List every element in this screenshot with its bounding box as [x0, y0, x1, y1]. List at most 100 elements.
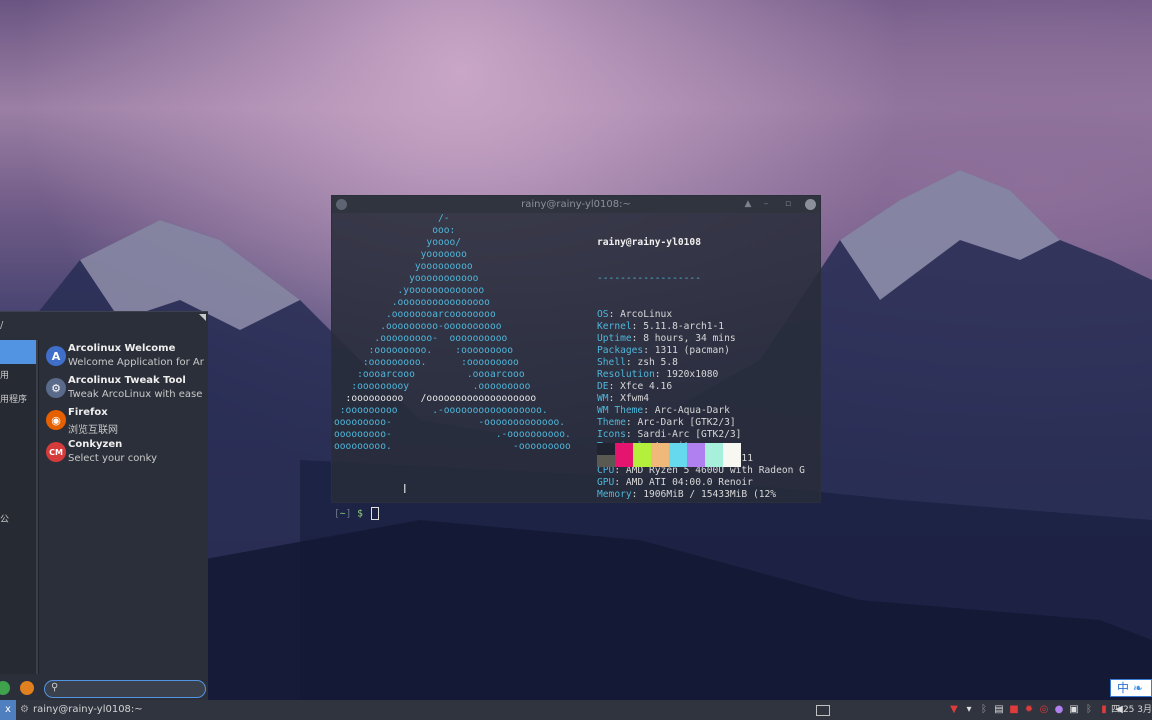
terminal-content[interactable]: /- ooo: yoooo/ yooooooo yooooooooo yoooo… — [332, 213, 820, 520]
whisker-menu-button[interactable]: x — [0, 700, 16, 720]
info-line: OS: ArcoLinux — [597, 309, 673, 320]
palette-swatch — [597, 443, 615, 467]
category-item[interactable]: 公 — [0, 508, 38, 532]
search-icon: ⚲ — [51, 682, 59, 693]
category-list[interactable]: 用用程序公 — [0, 340, 39, 674]
info-key: DE — [597, 381, 609, 392]
bluetooth-icon[interactable]: ᛒ — [978, 704, 990, 716]
menu-header: / — [0, 312, 208, 338]
shade-icon[interactable]: ▲ — [740, 196, 756, 213]
category-item[interactable] — [0, 436, 38, 460]
category-item[interactable] — [0, 532, 38, 556]
show-desktop-icon[interactable] — [816, 705, 830, 716]
menu-footer: ⚲ — [0, 678, 208, 700]
info-value: 1311 (pacman) — [654, 345, 730, 356]
ascii-line: .yooooooooooooo — [334, 285, 485, 296]
category-item[interactable] — [0, 340, 38, 364]
info-value: Sardi-Arc [GTK2/3] — [637, 429, 742, 440]
clipboard-icon[interactable]: ▤ — [993, 704, 1005, 716]
screenshot-icon[interactable]: ◎ — [1038, 704, 1050, 716]
app-item[interactable]: CM Conkyzen Select your conky — [44, 438, 204, 470]
info-line: WM Theme: Arc-Aqua-Dark — [597, 405, 730, 416]
info-key: Theme — [597, 417, 626, 428]
conkyzen-icon: CM — [46, 442, 66, 462]
text-cursor — [370, 507, 379, 520]
notification-icon[interactable]: ▮ — [1098, 704, 1110, 716]
settings-icon[interactable]: ✹ — [1023, 704, 1035, 716]
search-input[interactable]: ⚲ — [44, 680, 206, 698]
category-scrollbar[interactable] — [36, 340, 38, 674]
terminal-window[interactable]: rainy@rainy-yl0108:~ ▲ – ▫ /- ooo: yoooo… — [331, 195, 821, 520]
update-icon[interactable]: ▼ — [948, 704, 960, 716]
minimize-icon[interactable]: – — [758, 196, 774, 213]
network-icon[interactable]: ▾ — [963, 704, 975, 716]
ascii-line: .ooooooooo- oooooooooo — [334, 333, 508, 344]
application-list[interactable]: A Arcolinux Welcome Welcome Application fo… — [44, 342, 204, 470]
mouse-ibeam-cursor: I — [403, 482, 407, 496]
ascii-line: :ooooooooo. :ooooooooo — [334, 357, 519, 368]
palette-swatch — [651, 443, 669, 467]
task-icon[interactable]: ■ — [1008, 704, 1020, 716]
window-menu-button[interactable] — [336, 199, 347, 210]
palette-swatch — [669, 443, 687, 467]
settings-manager-icon[interactable] — [0, 681, 10, 695]
app-tray-icon[interactable]: ● — [1053, 704, 1065, 716]
info-value: Xfce 4.16 — [620, 381, 673, 392]
ascii-line: /- — [334, 213, 450, 224]
category-item[interactable] — [0, 556, 38, 580]
info-key: OS — [597, 309, 609, 320]
app-item[interactable]: A Arcolinux Welcome Welcome Application fo… — [44, 342, 204, 374]
info-value: ArcoLinux — [620, 309, 673, 320]
color-palette — [597, 443, 741, 467]
system-info: rainy@rainy-yl0108 ------------------ OS… — [597, 213, 805, 525]
info-key: WM — [597, 393, 609, 404]
info-line: Memory: 1906MiB / 15433MiB (12% — [597, 489, 777, 500]
info-value: 5.11.8-arch1-1 — [643, 321, 725, 332]
bluetooth-secondary-icon[interactable]: ᛒ — [1083, 704, 1095, 716]
info-value: 1906MiB / 15433MiB (12% — [643, 489, 777, 500]
terminal-titlebar[interactable]: rainy@rainy-yl0108:~ ▲ – ▫ — [332, 196, 820, 213]
ascii-line: .ooooooooo-oooooooooo — [334, 321, 502, 332]
info-value: zsh 5.8 — [637, 357, 678, 368]
palette-swatch — [705, 443, 723, 467]
ascii-line: :ooooooooo .-ooooooooooooooooo. — [334, 405, 548, 416]
shell-prompt[interactable]: [~] $ — [334, 507, 379, 521]
palette-swatch — [687, 443, 705, 467]
category-item[interactable] — [0, 484, 38, 508]
input-method-indicator[interactable]: 中 ❧ — [1110, 679, 1152, 697]
category-item[interactable] — [0, 412, 38, 436]
whisker-menu[interactable]: / 用用程序公 A Arcolinux Welcome Welcome Applic… — [0, 311, 208, 701]
app-description: Welcome Application for Ar... — [68, 357, 204, 368]
app-name: Arcolinux Welcome — [68, 343, 176, 354]
app-name: Conkyzen — [68, 439, 123, 450]
category-item[interactable]: 用程序 — [0, 388, 38, 412]
info-key: Uptime — [597, 333, 632, 344]
info-key: WM Theme — [597, 405, 644, 416]
clock[interactable]: 四 25 3月 — [1111, 700, 1152, 720]
info-value: 1920x1080 — [666, 369, 719, 380]
resize-grip-icon[interactable] — [199, 314, 206, 321]
close-button[interactable] — [805, 199, 816, 210]
info-line: DE: Xfce 4.16 — [597, 381, 673, 392]
maximize-icon[interactable]: ▫ — [780, 196, 796, 213]
category-item[interactable] — [0, 460, 38, 484]
info-line: Kernel: 5.11.8-arch1-1 — [597, 321, 725, 332]
display-icon[interactable]: ▣ — [1068, 704, 1080, 716]
terminal-icon: ⚙ — [20, 704, 29, 715]
tweak-tool-icon: ⚙ — [46, 378, 66, 398]
ascii-line: :oooarcooo .oooarcooo — [334, 369, 525, 380]
ascii-line: yooooooo — [334, 249, 467, 260]
lock-screen-icon[interactable] — [20, 681, 34, 695]
ascii-line: yooooooooo — [334, 261, 473, 272]
ascii-line: ooo: — [334, 225, 456, 236]
palette-swatch — [723, 443, 741, 467]
app-item[interactable]: ◉ Firefox 浏览互联网 — [44, 406, 204, 438]
system-tray: ▼ ▾ ᛒ ▤ ■ ✹ ◎ ● ▣ ᛒ ▮ ◀ — [948, 702, 1128, 718]
taskbar-item-terminal[interactable]: ⚙ rainy@rainy-yl0108:~ — [20, 700, 143, 720]
category-item[interactable]: 用 — [0, 364, 38, 388]
bottom-panel: x ⚙ rainy@rainy-yl0108:~ ▼ ▾ ᛒ ▤ ■ ✹ ◎ ● … — [0, 700, 1152, 720]
info-value: Xfwm4 — [620, 393, 650, 404]
palette-swatch — [633, 443, 651, 467]
app-item[interactable]: ⚙ Arcolinux Tweak Tool Tweak ArcoLinux wit… — [44, 374, 204, 406]
firefox-icon: ◉ — [46, 410, 66, 430]
